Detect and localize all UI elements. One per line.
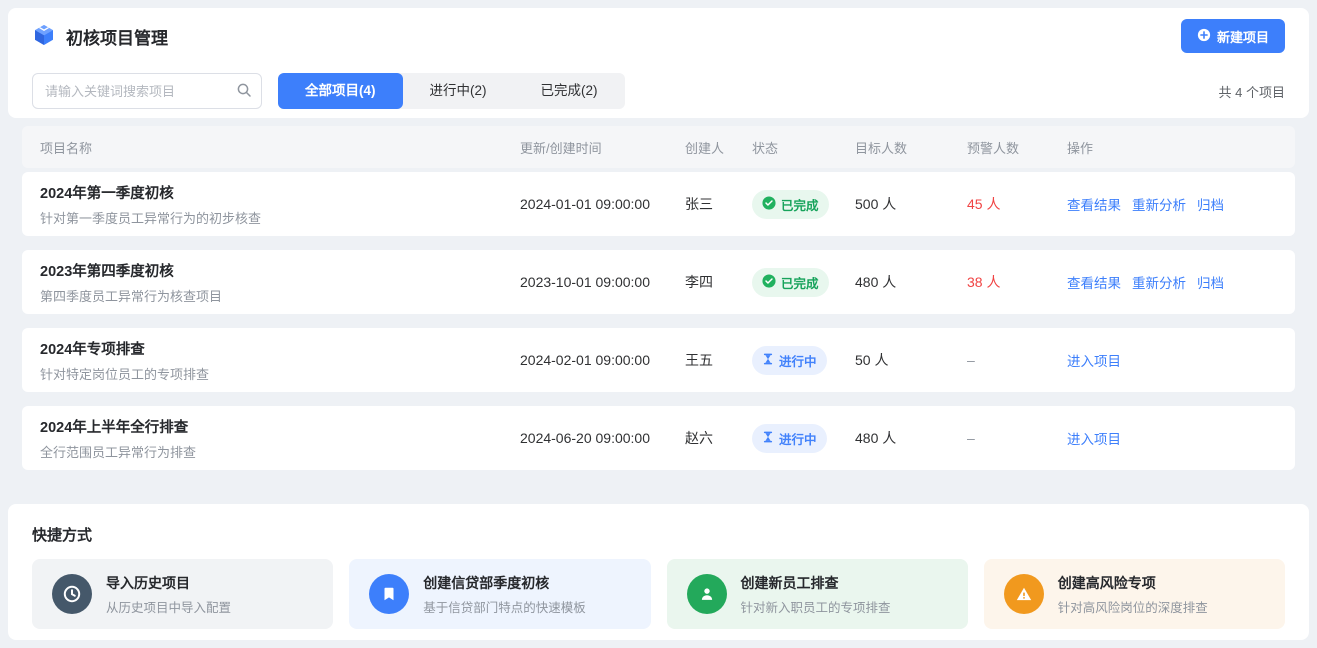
shortcut-import-history[interactable]: 导入历史项目 从历史项目中导入配置 [32,559,333,629]
shortcuts-panel: 快捷方式 导入历史项目 从历史项目中导入配置 创建信贷部季度初核 [8,504,1309,640]
tab-in-progress[interactable]: 进行中(2) [403,73,514,109]
new-project-button[interactable]: 新建项目 [1181,19,1285,53]
table-row: 2023年第四季度初核 第四季度员工异常行为核查项目 2023-10-01 09… [22,250,1295,314]
total-count: 共 4 个项目 [1219,82,1285,101]
search-box [32,73,262,109]
reanalyze-link[interactable]: 重新分析 [1132,272,1186,292]
status-label: 已完成 [781,195,819,214]
shortcuts-title: 快捷方式 [32,524,1285,545]
row-actions: 查看结果 重新分析 归档 [1067,194,1277,214]
plus-circle-icon [1197,28,1211,45]
shortcut-new-employee[interactable]: 创建新员工排查 针对新入职员工的专项排查 [667,559,968,629]
check-circle-icon [762,196,776,213]
enter-project-link[interactable]: 进入项目 [1067,428,1121,448]
hourglass-icon [762,353,774,368]
search-icon[interactable] [236,82,252,101]
status-badge: 已完成 [752,268,829,297]
enter-project-link[interactable]: 进入项目 [1067,350,1121,370]
project-desc: 针对第一季度员工异常行为的初步核查 [40,208,520,227]
project-time: 2024-01-01 09:00:00 [520,196,685,212]
project-name: 2024年上半年全行排查 [40,416,520,437]
shortcut-high-risk[interactable]: 创建高风险专项 针对高风险岗位的深度排查 [984,559,1285,629]
target-count: 480 人 [855,428,967,448]
hourglass-icon [762,431,774,446]
shortcut-desc: 从历史项目中导入配置 [106,597,231,616]
shortcut-desc: 针对高风险岗位的深度排查 [1058,597,1208,616]
project-time: 2023-10-01 09:00:00 [520,274,685,290]
table-header: 项目名称 更新/创建时间 创建人 状态 目标人数 预警人数 操作 [22,126,1295,168]
cube-icon [32,23,56,50]
col-project-name: 项目名称 [40,138,520,157]
shortcut-title: 创建信贷部季度初核 [423,573,586,593]
warning-count: – [967,352,1067,368]
page-title: 初核项目管理 [66,24,168,49]
project-creator: 赵六 [685,428,752,448]
warning-count: 45 人 [967,194,1067,214]
project-name: 2024年专项排查 [40,338,520,359]
reanalyze-link[interactable]: 重新分析 [1132,194,1186,214]
filter-tabs: 全部项目(4) 进行中(2) 已完成(2) [278,73,625,109]
project-desc: 第四季度员工异常行为核查项目 [40,286,520,305]
user-icon [687,574,727,614]
col-actions: 操作 [1067,138,1277,157]
row-actions: 进入项目 [1067,350,1277,370]
new-project-label: 新建项目 [1217,27,1269,46]
target-count: 480 人 [855,272,967,292]
view-results-link[interactable]: 查看结果 [1067,272,1121,292]
col-status: 状态 [752,138,855,157]
check-circle-icon [762,274,776,291]
bookmark-icon [369,574,409,614]
top-panel: 初核项目管理 新建项目 全部项目(4) 进行中(2) [8,8,1309,118]
table-row: 2024年第一季度初核 针对第一季度员工异常行为的初步核查 2024-01-01… [22,172,1295,236]
toolbar: 全部项目(4) 进行中(2) 已完成(2) 共 4 个项目 [32,64,1285,118]
target-count: 50 人 [855,350,967,370]
target-count: 500 人 [855,194,967,214]
tab-completed[interactable]: 已完成(2) [514,73,625,109]
clock-icon [52,574,92,614]
col-warning: 预警人数 [967,138,1067,157]
shortcut-desc: 针对新入职员工的专项排查 [741,597,891,616]
shortcut-desc: 基于信贷部门特点的快速模板 [423,597,586,616]
status-label: 进行中 [779,429,817,448]
project-creator: 张三 [685,194,752,214]
shortcut-title: 创建新员工排查 [741,573,891,593]
project-desc: 针对特定岗位员工的专项排查 [40,364,520,383]
status-label: 进行中 [779,351,817,370]
archive-link[interactable]: 归档 [1197,272,1224,292]
page-header: 初核项目管理 新建项目 [32,8,1285,64]
table-row: 2024年上半年全行排查 全行范围员工异常行为排查 2024-06-20 09:… [22,406,1295,470]
tab-all-projects[interactable]: 全部项目(4) [278,73,403,109]
warning-count: 38 人 [967,272,1067,292]
search-input[interactable] [32,73,262,109]
project-creator: 李四 [685,272,752,292]
row-actions: 查看结果 重新分析 归档 [1067,272,1277,292]
project-desc: 全行范围员工异常行为排查 [40,442,520,461]
status-badge: 已完成 [752,190,829,219]
project-creator: 王五 [685,350,752,370]
col-target: 目标人数 [855,138,967,157]
warning-count: – [967,430,1067,446]
project-name: 2024年第一季度初核 [40,182,520,203]
warning-icon [1004,574,1044,614]
shortcut-credit-quarterly[interactable]: 创建信贷部季度初核 基于信贷部门特点的快速模板 [349,559,650,629]
project-table: 项目名称 更新/创建时间 创建人 状态 目标人数 预警人数 操作 2024年第一… [22,126,1295,470]
project-name: 2023年第四季度初核 [40,260,520,281]
status-badge: 进行中 [752,346,827,375]
project-time: 2024-02-01 09:00:00 [520,352,685,368]
project-time: 2024-06-20 09:00:00 [520,430,685,446]
shortcut-title: 创建高风险专项 [1058,573,1208,593]
archive-link[interactable]: 归档 [1197,194,1224,214]
col-time: 更新/创建时间 [520,138,685,157]
shortcut-title: 导入历史项目 [106,573,231,593]
view-results-link[interactable]: 查看结果 [1067,194,1121,214]
status-label: 已完成 [781,273,819,292]
status-badge: 进行中 [752,424,827,453]
table-row: 2024年专项排查 针对特定岗位员工的专项排查 2024-02-01 09:00… [22,328,1295,392]
row-actions: 进入项目 [1067,428,1277,448]
col-creator: 创建人 [685,138,752,157]
